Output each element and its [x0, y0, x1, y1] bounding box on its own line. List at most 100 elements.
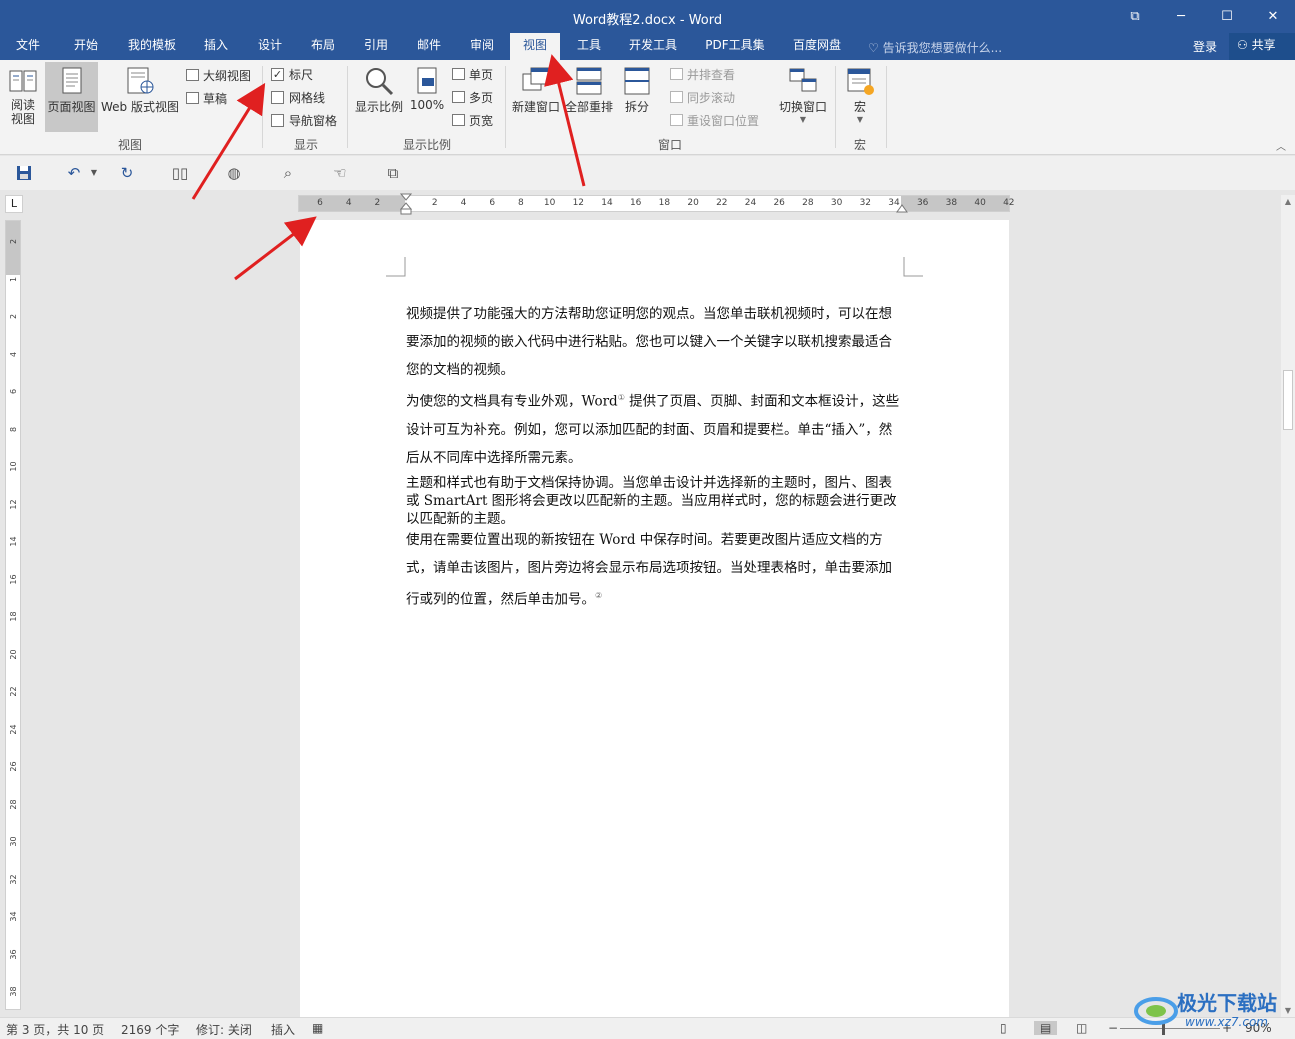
tab-selector[interactable]: L [5, 195, 23, 213]
split-icon [622, 66, 652, 96]
outline-label: 大纲视图 [203, 68, 252, 83]
ruler-check-mark: ✓ [271, 67, 284, 81]
tab-pdf-tools[interactable]: PDF工具集 [694, 33, 776, 60]
print-layout-button[interactable]: 页面视图 [45, 62, 98, 132]
tab-design[interactable]: 设计 [246, 33, 294, 60]
paragraph-4[interactable]: 使用在需要位置出现的新按钮在 Word 中保存时间。若要更改图片适应文档的方式，… [406, 526, 903, 614]
web-globe-icon[interactable]: ◍ [224, 163, 244, 183]
paragraph-1[interactable]: 视频提供了功能强大的方法帮助您证明您的观点。当您单击联机视频时，可以在想要添加的… [406, 300, 903, 384]
macros-icon [845, 66, 875, 96]
tab-mailings[interactable]: 邮件 [405, 33, 453, 60]
tab-file[interactable]: 文件 [2, 33, 54, 60]
page-count[interactable]: 第 3 页，共 10 页 [6, 1021, 104, 1038]
tab-developer[interactable]: 开发工具 [619, 33, 687, 60]
restore-ribbon-icon[interactable]: ⧉ [1112, 0, 1158, 33]
ruler-tick: 42 [1003, 198, 1015, 208]
insert-mode-status[interactable]: 插入 [271, 1021, 295, 1038]
group-label-window: 窗口 [657, 138, 682, 152]
new-window-button[interactable]: 新建窗口 [509, 62, 563, 132]
group-separator [505, 66, 506, 148]
read-mode-button[interactable]: 阅读 视图 [3, 62, 43, 132]
switch-windows-button[interactable]: 切换窗口 ▼ [776, 62, 830, 132]
save-icon[interactable] [14, 163, 34, 183]
split-button[interactable]: 拆分 [617, 62, 657, 132]
undo-icon[interactable]: ↶ [64, 163, 84, 183]
multi-page-button[interactable]: 多页 [452, 87, 493, 107]
macro-record-icon[interactable]: ▦ [312, 1021, 323, 1035]
ruler-tick: 16 [629, 198, 642, 208]
web-layout-button[interactable]: Web 版式视图 [100, 62, 180, 132]
track-changes-status[interactable]: 修订: 关闭 [196, 1021, 252, 1038]
tab-review[interactable]: 审阅 [458, 33, 506, 60]
ruler-tick: 18 [658, 198, 671, 208]
two-pages-icon[interactable]: ▯▯ [170, 163, 190, 183]
tab-baidu-netdisk[interactable]: 百度网盘 [783, 33, 851, 60]
outline-view-button[interactable]: 大纲视图 [186, 65, 251, 85]
indent-marker-icon[interactable] [400, 193, 412, 215]
multi-page-label: 多页 [469, 90, 494, 105]
paragraph-3[interactable]: 主题和样式也有助于文档保持协调。当您单击设计并选择新的主题时，图片、图表或 Sm… [406, 474, 903, 528]
zoom-label: 显示比例 [354, 100, 403, 114]
reset-window-position-button[interactable]: 重设窗口位置 [670, 110, 759, 130]
footnote-ref-2[interactable]: ② [595, 591, 602, 600]
page-100-icon [412, 66, 442, 96]
ruler-tick: 34 [9, 911, 18, 922]
customize-icon[interactable]: ⧉ [383, 163, 403, 183]
ruler-tick: 14 [601, 198, 613, 208]
ruler-tick: 28 [802, 198, 814, 208]
zoom-out-icon[interactable]: − [1108, 1021, 1118, 1035]
read-mode-status-icon[interactable]: ▯ [1000, 1021, 1007, 1035]
macros-button[interactable]: 宏 ▼ [840, 62, 880, 132]
touch-mode-icon[interactable]: ☜ [330, 163, 350, 183]
collapse-ribbon-icon[interactable]: ︿ [1276, 138, 1286, 153]
print-layout-status-icon[interactable]: ▤ [1034, 1021, 1058, 1035]
redo-icon[interactable]: ↻ [117, 163, 137, 183]
group-label-macros: 宏 [853, 138, 866, 152]
paragraph-2[interactable]: 为使您的文档具有专业外观，Word① 提供了页眉、页脚、封面和文本框设计，这些设… [406, 384, 903, 472]
right-indent-marker-icon[interactable] [896, 203, 908, 213]
horizontal-ruler[interactable]: 6 4 2 2 4 6 8 10 12 14 16 18 20 22 24 26 28 30 32 34 36 38 40 4… [298, 193, 1015, 215]
tab-references[interactable]: 引用 [352, 33, 400, 60]
print-preview-icon[interactable]: ⌕ [278, 163, 298, 183]
ruler-tick: 26 [9, 761, 18, 772]
tab-layout[interactable]: 布局 [299, 33, 347, 60]
scrollbar-thumb[interactable] [1283, 370, 1293, 430]
ruler-tick: 18 [9, 611, 18, 622]
word-count[interactable]: 2169 个字 [121, 1021, 179, 1038]
zoom-100-button[interactable]: 100% [408, 62, 446, 132]
scroll-up-icon[interactable]: ▲ [1283, 197, 1293, 206]
ruler-tick: 36 [9, 948, 18, 960]
sync-scroll-button[interactable]: 同步滚动 [670, 87, 735, 107]
draft-view-button[interactable]: 草稿 [186, 88, 227, 108]
minimize-icon[interactable]: ─ [1158, 0, 1204, 33]
watermark-title: 极光下载站 [1177, 991, 1277, 1015]
macros-label: 宏 [853, 100, 866, 114]
vertical-ruler[interactable]: 2 1 2 4 6 8 10 12 14 16 18 20 22 24 26 28 30 32 34 36 38 [5, 220, 21, 1010]
arrange-all-button[interactable]: 全部重排 [564, 62, 614, 132]
one-page-button[interactable]: 单页 [452, 64, 493, 84]
zoom-button[interactable]: 显示比例 [352, 62, 406, 132]
left-margin-area [299, 196, 405, 211]
nav-pane-checkbox[interactable]: 导航窗格 [271, 110, 337, 130]
tell-me-box[interactable]: ♡ 告诉我您想要做什么... [868, 39, 1002, 56]
gridlines-checkbox[interactable]: 网格线 [271, 87, 325, 107]
share-button[interactable]: ⚇ 共享 [1229, 33, 1295, 60]
tab-home[interactable]: 开始 [60, 33, 112, 60]
document-body[interactable]: 视频提供了功能强大的方法帮助您证明您的观点。当您单击联机视频时，可以在想要添加的… [406, 300, 903, 613]
tab-my-templates[interactable]: 我的模板 [118, 33, 186, 60]
maximize-icon[interactable]: ☐ [1204, 0, 1250, 33]
close-icon[interactable]: ✕ [1250, 0, 1295, 33]
page-width-button[interactable]: 页宽 [452, 110, 493, 130]
undo-dropdown-icon[interactable]: ▼ [84, 163, 104, 183]
web-layout-status-icon[interactable]: ◫ [1076, 1021, 1087, 1035]
footnote-ref-1[interactable]: ① [618, 393, 625, 402]
view-side-by-side-button[interactable]: 并排查看 [670, 64, 735, 84]
ruler-checkbox[interactable]: ✓ 标尺 [271, 64, 313, 84]
tab-insert[interactable]: 插入 [192, 33, 240, 60]
sign-in-link[interactable]: 登录 [1193, 38, 1217, 55]
ruler-tick: 32 [859, 198, 872, 208]
zoom-100-label: 100% [409, 98, 445, 112]
tab-view[interactable]: 视图 [510, 33, 560, 61]
tab-tools[interactable]: 工具 [565, 33, 613, 60]
vertical-scrollbar[interactable]: ▲ ▼ [1281, 195, 1295, 1017]
